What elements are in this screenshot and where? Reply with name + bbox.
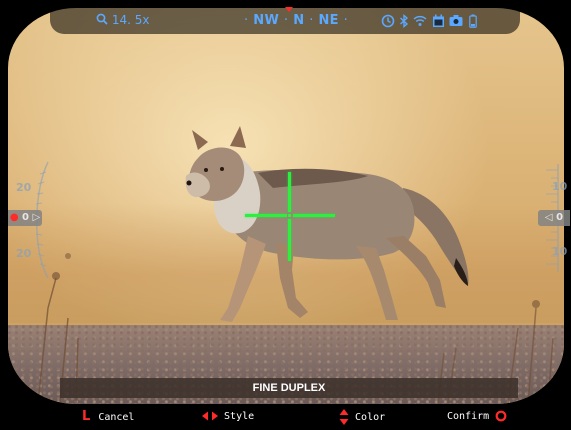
right-scale-top-label: 10 [552, 180, 568, 193]
calendar-icon [433, 14, 444, 27]
reticle-style-banner: FINE DUPLEX [60, 378, 518, 398]
compass-nw: NW [253, 13, 280, 28]
system-icons [381, 14, 481, 30]
style-button[interactable]: Style [202, 409, 254, 425]
bluetooth-icon [400, 14, 409, 28]
confirm-button[interactable]: Confirm [447, 409, 507, 425]
left-cant-indicator: ● 0 ▷ [8, 210, 42, 226]
right-scale-bottom-label: 10 [552, 245, 568, 258]
color-label: Color [355, 412, 386, 423]
confirm-label: Confirm [447, 411, 490, 422]
reticle-vertical-top [288, 172, 291, 212]
up-down-arrows-icon [339, 409, 349, 425]
heading-marker [285, 7, 293, 12]
search-icon [96, 13, 108, 25]
right-elevation-indicator: ◁ 0 [538, 210, 570, 226]
bottom-button-bar: L Cancel Style Color Confirm [0, 405, 571, 430]
left-scale-bottom-label: 20 [16, 247, 32, 260]
zoom-label: 14. 5x [111, 13, 150, 27]
reticle-style-name: FINE DUPLEX [252, 382, 326, 394]
left-right-arrows-icon [202, 411, 218, 421]
scope-frame: 14. 5x · NW · N · NE · 20 20 ● 0 ▷ 10 10… [0, 0, 571, 430]
cancel-label: Cancel [98, 412, 135, 423]
cancel-key-icon: L [82, 409, 91, 424]
confirm-circle-icon [495, 410, 507, 422]
cancel-button[interactable]: L Cancel [82, 409, 134, 425]
reticle-center-dot [288, 214, 291, 217]
reticle-horizontal-right [293, 214, 335, 217]
zoom-indicator: 14. 5x [96, 13, 149, 27]
camera-icon [449, 15, 463, 26]
scope-view [8, 8, 564, 404]
battery-icon [469, 14, 477, 28]
style-label: Style [224, 411, 255, 422]
compass-ne: NE [318, 13, 339, 28]
left-scale-top-label: 20 [16, 181, 32, 194]
left-cant-value: 0 [22, 212, 29, 223]
right-elevation-value: 0 [556, 212, 564, 223]
foreground-plants [37, 253, 554, 404]
compass-heading: · NW · N · NE · [244, 13, 349, 28]
compass-n: N [293, 13, 305, 28]
reticle-vertical-bottom [288, 219, 291, 261]
timer-icon [381, 14, 395, 28]
wifi-icon [413, 15, 427, 26]
color-button[interactable]: Color [339, 409, 385, 425]
left-cant-marker: ● [9, 212, 19, 223]
reticle-horizontal-left [245, 214, 287, 217]
